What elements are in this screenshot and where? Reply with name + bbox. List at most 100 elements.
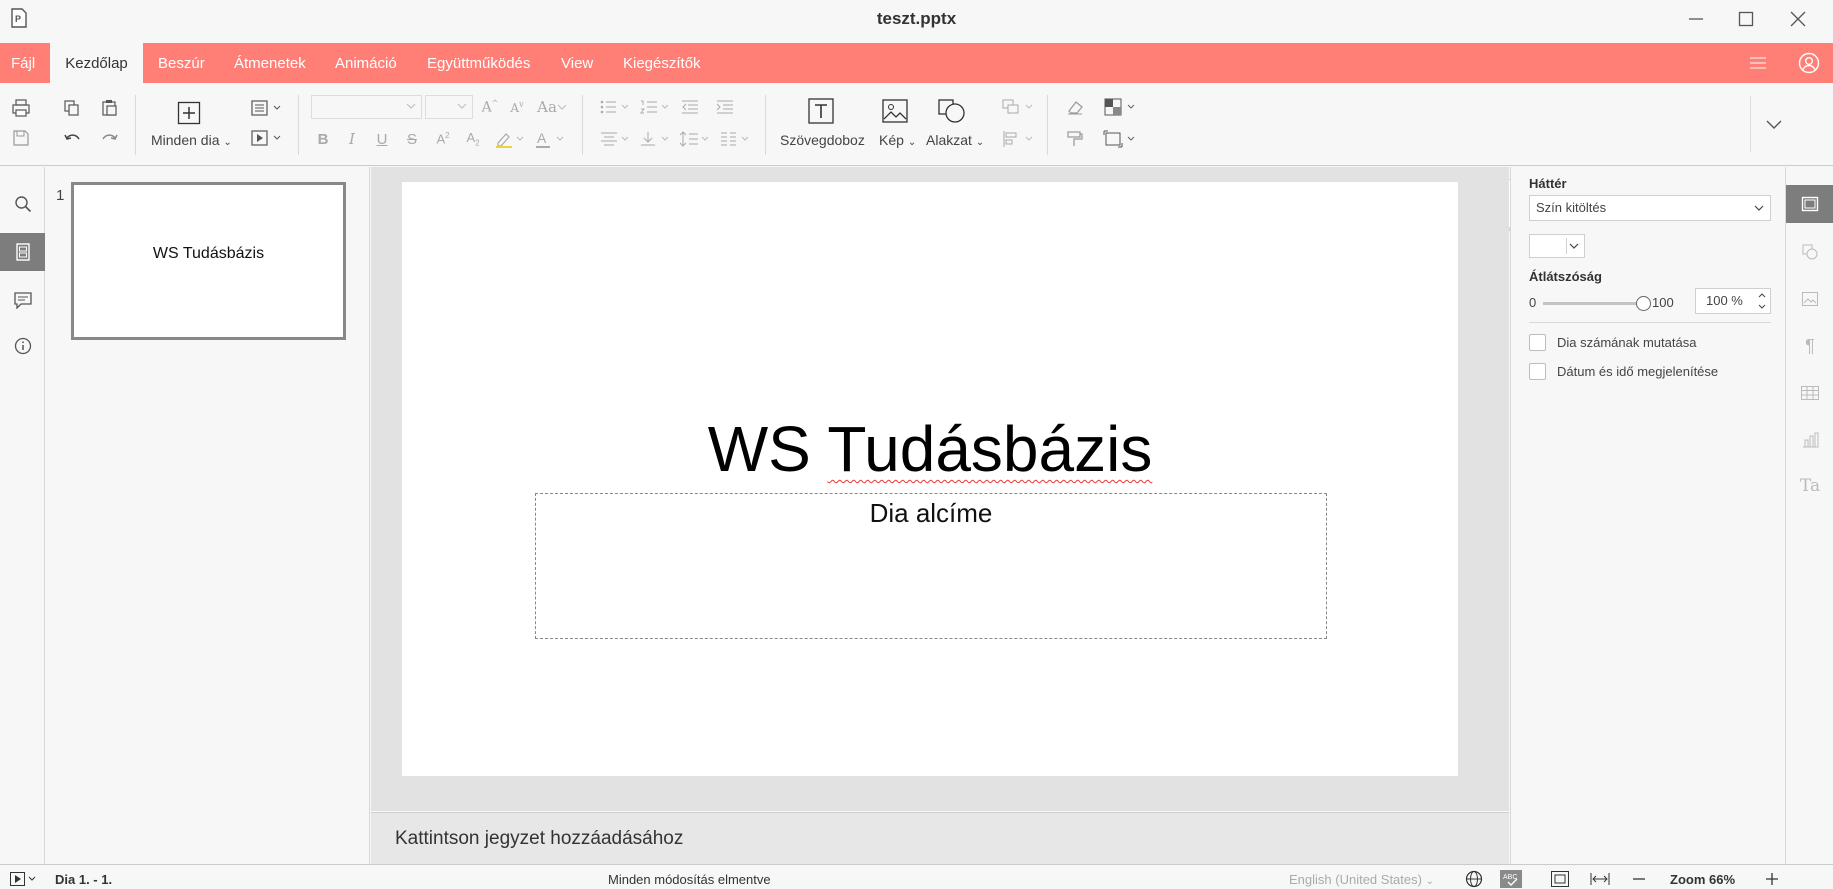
change-case-icon[interactable]: Aa [535,96,569,118]
vertical-align-icon[interactable] [638,128,672,150]
image-icon[interactable] [881,97,909,125]
slide-settings-icon[interactable] [1786,185,1833,223]
image-settings-icon[interactable] [1786,280,1833,318]
line-spacing-icon[interactable] [678,128,712,150]
shape-button[interactable]: Alakzat ⌄ [926,132,984,148]
columns-icon[interactable] [718,128,752,150]
redo-icon[interactable] [98,127,122,149]
menu-icon[interactable] [1749,55,1767,71]
decrease-font-icon[interactable]: Av [505,96,529,118]
horizontal-align-icon[interactable] [598,128,632,150]
text-art-settings-icon[interactable]: Ta [1786,467,1833,505]
shape-icon[interactable] [937,97,967,125]
numbered-list-icon[interactable] [638,96,672,118]
increase-indent-icon[interactable] [713,96,737,118]
opacity-slider-thumb[interactable] [1635,296,1651,311]
copy-style-icon[interactable] [1063,128,1087,150]
spinner-up-icon [1758,293,1766,298]
font-name-select[interactable] [311,95,422,119]
zoom-out-icon[interactable] [1629,870,1649,888]
arrange-icon[interactable] [1000,96,1036,118]
print-icon[interactable] [9,97,33,119]
fill-type-select[interactable]: Szín kitöltés [1529,195,1771,221]
toolbar-separator [582,95,583,155]
copy-icon[interactable] [60,97,84,119]
fill-color-swatch [1533,238,1567,254]
add-slide-icon[interactable] [176,100,202,126]
ribbon-tab-bar: Fájl Kezdőlap Beszúr Átmenetek Animáció … [0,43,1833,83]
tab-insert[interactable]: Beszúr [147,43,216,83]
subtitle-text: Dia alcíme [869,498,993,528]
maximize-button[interactable] [1731,6,1761,32]
tab-collaboration[interactable]: Együttműködés [416,43,541,83]
spellcheck-icon[interactable]: ABC [1500,870,1522,888]
slides-panel-icon[interactable] [0,233,45,271]
fit-slide-icon[interactable] [1550,870,1570,888]
slide-title[interactable]: WS Tudásbázis [402,412,1458,486]
paste-icon[interactable] [98,97,122,119]
color-scheme-icon[interactable] [1102,96,1138,118]
highlight-color-icon[interactable] [493,128,527,150]
slide-thumbnail[interactable]: WS Tudásbázis [71,182,346,340]
notes-placeholder: Kattintson jegyzet hozzáadásához [395,828,684,849]
info-icon[interactable] [0,327,45,365]
minimize-button[interactable] [1681,6,1711,32]
bullet-list-icon[interactable] [598,96,632,118]
tab-file[interactable]: Fájl [0,43,46,83]
tab-transitions[interactable]: Átmenetek [223,43,317,83]
tab-home[interactable]: Kezdőlap [50,43,143,83]
superscript-icon[interactable]: A2 [431,128,455,150]
play-slideshow-icon[interactable] [9,870,37,888]
search-icon[interactable] [0,185,45,223]
increase-font-icon[interactable]: A^ [478,96,502,118]
textbox-button[interactable]: Szövegdoboz [780,132,865,148]
language-select[interactable]: English (United States) ⌄ [1289,872,1434,887]
slide-canvas[interactable]: WS Tudásbázis Dia alcíme [402,182,1458,776]
align-shapes-icon[interactable] [1000,128,1036,150]
font-color-icon[interactable]: A [533,128,567,150]
presentation-app-icon: P [11,8,27,28]
paragraph-settings-icon[interactable]: ¶ [1786,327,1833,365]
clear-style-icon[interactable] [1063,96,1087,118]
decrease-indent-icon[interactable] [678,96,702,118]
tab-animation[interactable]: Animáció [324,43,408,83]
table-settings-icon[interactable] [1786,374,1833,412]
chart-settings-icon[interactable] [1786,421,1833,459]
subtitle-placeholder[interactable]: Dia alcíme [535,493,1327,639]
tab-plugins[interactable]: Kiegészítők [612,43,712,83]
textbox-icon[interactable] [806,97,836,125]
slide-layout-icon[interactable] [249,97,283,119]
underline-icon[interactable]: U [370,128,394,150]
status-bar: Dia 1. - 1. Minden módosítás elmentve En… [0,864,1833,889]
fill-color-picker[interactable] [1529,234,1585,258]
image-button[interactable]: Kép ⌄ [879,132,916,148]
zoom-in-icon[interactable] [1762,870,1782,888]
globe-icon[interactable] [1464,870,1484,888]
right-settings-sidebar: ¶ Ta [1785,167,1833,864]
notes-panel[interactable]: Kattintson jegyzet hozzáadásához [371,812,1509,864]
opacity-min-label: 0 [1529,295,1537,310]
strikethrough-icon[interactable]: S [400,128,424,150]
slide-size-icon[interactable] [1102,128,1138,150]
subscript-icon[interactable]: A2 [461,128,485,150]
fit-width-icon[interactable] [1590,870,1610,888]
opacity-spinner[interactable]: 100 % [1695,288,1771,314]
theme-gallery-expand-button[interactable] [1750,96,1796,152]
opacity-slider-track[interactable] [1543,302,1643,305]
bold-icon[interactable]: B [311,128,335,150]
comments-icon[interactable] [0,281,45,319]
close-button[interactable] [1783,6,1813,32]
show-slide-number-checkbox[interactable] [1529,334,1546,351]
font-size-select[interactable] [425,95,473,119]
tab-view[interactable]: View [550,43,604,83]
italic-icon[interactable]: I [340,128,364,150]
save-icon[interactable] [9,127,33,149]
user-icon[interactable] [1798,52,1820,74]
document-title: teszt.pptx [876,9,957,28]
shape-settings-icon[interactable] [1786,233,1833,271]
toolbar-separator [298,95,299,155]
all-slides-button[interactable]: Minden dia ⌄ [151,132,232,148]
show-datetime-checkbox[interactable] [1529,363,1546,380]
slideshow-icon[interactable] [249,127,283,149]
undo-icon[interactable] [60,127,84,149]
